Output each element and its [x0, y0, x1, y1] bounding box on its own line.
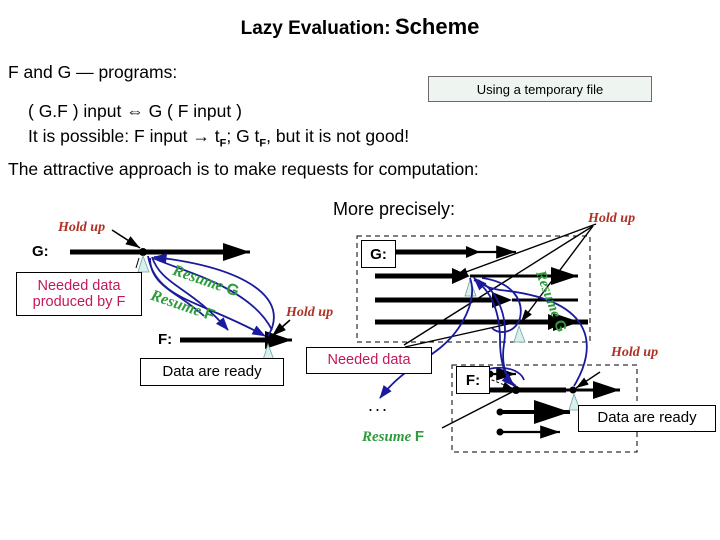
left-data-ready-label: Data are ready	[162, 362, 262, 380]
page-title: Lazy Evaluation: Scheme	[0, 14, 720, 40]
temp-file-callout-label: Using a temporary file	[476, 81, 604, 97]
body-line-3-a: It is possible: F input → t	[28, 126, 220, 146]
right-resume-f-text: Resume	[362, 429, 415, 445]
right-f-tag: F:	[456, 366, 490, 394]
left-data-ready-callout: Data are ready	[140, 358, 284, 386]
left-needed-data-callout: Needed data produced by F	[16, 272, 142, 316]
body-line-2: ( G.F ) input ⇔ G ( F input )	[28, 101, 242, 121]
right-data-ready-callout: Data are ready	[578, 405, 716, 432]
page-title-part1: Lazy Evaluation:	[240, 18, 391, 39]
body-line-3-c: , but it is not good!	[266, 126, 410, 146]
left-hold-up-label-2: Hold up	[286, 305, 334, 320]
left-neededdata-connector	[135, 257, 140, 269]
right-ellipsis: ...	[368, 395, 390, 415]
body-line-3-b: ; G t	[226, 126, 260, 146]
right-pointer-lines	[403, 223, 601, 429]
left-needed-data-line1: Needed data	[37, 277, 121, 294]
more-precisely-heading: More precisely:	[333, 199, 456, 219]
right-resume-f-label: Resume F	[362, 428, 424, 446]
right-suspend-marker-g2	[513, 324, 526, 343]
right-hold-up-bottom: Hold up	[611, 345, 659, 360]
temp-file-callout: Using a temporary file	[428, 76, 652, 102]
right-g-tag: G:	[361, 240, 396, 268]
right-hold-up-top: Hold up	[588, 211, 636, 226]
left-g-timeline	[70, 243, 250, 261]
left-needed-data-line2: produced by F	[32, 294, 126, 310]
right-needed-data-label: Needed data	[327, 352, 411, 369]
left-holdup2-pointer	[271, 319, 291, 337]
page-title-part2: Scheme	[394, 14, 480, 39]
left-f-label: F:	[158, 331, 173, 348]
left-holdup1-pointer	[111, 229, 141, 249]
body-line-4: The attractive approach is to make reque…	[8, 159, 479, 179]
left-suspend-marker-g	[137, 254, 150, 273]
right-resume-f-bold: F	[414, 428, 425, 445]
body-line-3: It is possible: F input → tF; G tF, but …	[28, 126, 409, 150]
right-needed-data-callout: Needed data	[306, 347, 432, 374]
left-hold-up-label-1: Hold up	[58, 220, 106, 235]
left-f-timeline	[180, 331, 292, 349]
left-g-label: G:	[32, 243, 49, 260]
right-data-ready-label: Data are ready	[597, 409, 697, 427]
body-line-1: F and G — programs:	[8, 62, 178, 82]
